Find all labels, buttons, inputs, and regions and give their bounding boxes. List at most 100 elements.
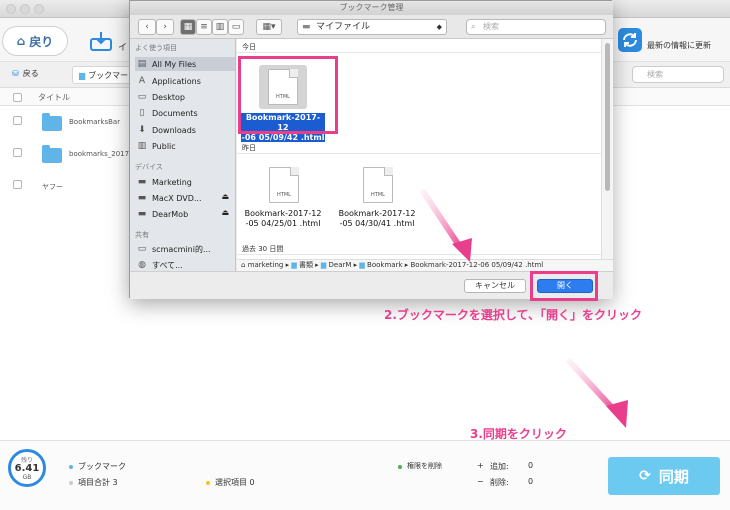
- chevron-updown-icon: ◆: [436, 23, 442, 31]
- row-checkbox[interactable]: [13, 148, 22, 157]
- app-search-placeholder: 検索: [647, 70, 663, 79]
- desktop-icon: ▭: [137, 92, 147, 102]
- path-item[interactable]: 書類: [299, 261, 313, 269]
- home-folder-icon: ⌂: [241, 261, 246, 269]
- app-search-input[interactable]: 検索: [632, 66, 724, 83]
- column-title: タイトル: [38, 93, 70, 102]
- icon-view-icon[interactable]: ▦: [180, 19, 196, 35]
- column-view-icon[interactable]: ▥: [212, 19, 228, 35]
- folder-icon: ▆: [291, 261, 297, 269]
- eject-icon[interactable]: ⏏: [221, 192, 229, 201]
- html-file-icon: HTML: [269, 167, 299, 203]
- plus-icon: +: [477, 461, 484, 470]
- stack-icon: ⛁: [12, 69, 19, 78]
- sync-button-label: 同期: [658, 467, 689, 486]
- path-item[interactable]: marketing: [248, 261, 284, 269]
- sidebar-item-label: Public: [152, 141, 176, 151]
- dialog-toolbar: ‹ › ▦ ≡ ▥ ▭ ▦▾ ▬ マイファイル ◆ ⌕ 検索: [130, 15, 613, 39]
- sidebar-item-desktop[interactable]: ▭ Desktop: [135, 90, 235, 104]
- import-icon[interactable]: [90, 31, 112, 51]
- downloads-icon: ⬇: [138, 125, 146, 135]
- sidebar-item-label: All My Files: [152, 59, 197, 69]
- file-name-line1: Bookmark-2017-12: [244, 209, 322, 218]
- row-checkbox[interactable]: [13, 116, 22, 125]
- all-files-icon: ▤: [137, 59, 147, 69]
- bookmark-label: ブックマーク: [78, 462, 126, 471]
- folder-icon: ▆: [320, 261, 327, 269]
- sidebar-item-downloads[interactable]: ⬇ Downloads: [135, 123, 235, 137]
- zoom-window-icon[interactable]: [34, 4, 44, 14]
- shared-heading: 共有: [135, 231, 149, 239]
- row-label: bookmarks_201711: [69, 150, 138, 158]
- dialog-sidebar: よく使う項目 ▤ All My Files A Applications ▭ D…: [130, 39, 236, 271]
- sidebar-item-label: Downloads: [152, 125, 196, 135]
- sidebar-item-all-my-files[interactable]: ▤ All My Files: [135, 57, 235, 71]
- sidebar-item-label: MacX DVD...: [152, 193, 202, 203]
- sidebar-item-all-shared[interactable]: ◍ すべて...: [135, 258, 235, 272]
- sidebar-item-dearmob[interactable]: ▬ DearMob ⏏: [135, 207, 235, 221]
- network-icon: ▭: [137, 244, 147, 254]
- folder-icon: [42, 145, 62, 163]
- sidebar-item-label: Documents: [152, 108, 198, 118]
- back-button-label: 戻り: [29, 34, 54, 49]
- sidebar-item-label: Desktop: [152, 92, 185, 102]
- added-label: 追加:: [490, 462, 509, 471]
- documents-icon: ▯: [139, 108, 145, 118]
- minus-icon: −: [477, 477, 484, 486]
- sidebar-item-marketing[interactable]: ▬ Marketing: [135, 175, 235, 189]
- sidebar-item-scmacmini[interactable]: ▭ scmacmini的...: [135, 242, 235, 256]
- deleted-label: 削除:: [490, 478, 509, 487]
- sub-back-label: 戻る: [22, 69, 39, 78]
- public-icon: ▥: [137, 141, 147, 151]
- storage-gauge: 残り 6.41 GB: [8, 449, 46, 487]
- favorites-heading: よく使う項目: [135, 44, 177, 52]
- refresh-icon[interactable]: [618, 28, 642, 52]
- sidebar-item-macx-dvd[interactable]: ▬ MacX DVD... ⏏: [135, 191, 235, 205]
- tab-label: ブックマー: [88, 70, 129, 80]
- drive-icon: ▬: [137, 177, 147, 187]
- path-item[interactable]: Bookmark: [367, 261, 402, 269]
- list-view-icon[interactable]: ≡: [196, 19, 212, 35]
- scroll-thumb[interactable]: [605, 43, 610, 191]
- devices-heading: デバイス: [135, 163, 163, 171]
- tab-bookmarks[interactable]: ▆ ブックマー: [72, 66, 134, 84]
- drive-icon: ▬: [137, 209, 147, 219]
- sidebar-item-applications[interactable]: A Applications: [135, 74, 235, 88]
- section-yesterday: 昨日: [237, 142, 601, 154]
- nav-back-icon[interactable]: ‹: [138, 19, 156, 35]
- refresh-label[interactable]: 最新の情報に更新: [647, 40, 711, 51]
- row-label: ヤフー: [42, 183, 63, 191]
- folder-icon: ▬: [302, 22, 311, 32]
- sync-button[interactable]: ⟳ 同期: [608, 457, 720, 495]
- drive-icon: ▬: [137, 193, 147, 203]
- dialog-search-placeholder: 検索: [483, 22, 499, 31]
- nav-forward-icon[interactable]: ›: [156, 19, 174, 35]
- row-checkbox[interactable]: [13, 180, 22, 189]
- table-row[interactable]: ヤフー: [0, 172, 130, 202]
- select-all-checkbox[interactable]: [13, 93, 22, 102]
- path-item[interactable]: DearM: [329, 261, 352, 269]
- sidebar-item-documents[interactable]: ▯ Documents: [135, 106, 235, 120]
- minimize-window-icon[interactable]: [20, 4, 30, 14]
- sub-back-button[interactable]: ⛁ 戻る: [12, 68, 39, 79]
- sidebar-item-label: DearMob: [152, 209, 189, 219]
- eject-icon[interactable]: ⏏: [221, 208, 229, 217]
- delete-perm-label: 権限を削除: [407, 462, 442, 470]
- file-name-line2: -05 04/25/01 .html: [245, 219, 321, 228]
- file-highlight-box: [238, 56, 338, 134]
- bookmark-legend-dot: [69, 465, 73, 469]
- table-row[interactable]: bookmarks_201711: [0, 140, 138, 170]
- table-row[interactable]: BookmarksBar: [0, 108, 130, 138]
- row-label: BookmarksBar: [69, 118, 121, 126]
- coverflow-view-icon[interactable]: ▭: [228, 19, 244, 35]
- html-file-icon: HTML: [363, 167, 393, 203]
- arrange-icon[interactable]: ▦▾: [256, 19, 282, 35]
- applications-icon: A: [138, 76, 146, 86]
- dialog-search-input[interactable]: ⌕ 検索: [466, 19, 606, 35]
- sidebar-item-public[interactable]: ▥ Public: [135, 139, 235, 153]
- sidebar-item-label: scmacmini的...: [152, 244, 211, 254]
- step2-annotation: 2.ブックマークを選択して、「開く」をクリック: [384, 308, 642, 322]
- location-select[interactable]: ▬ マイファイル ◆: [297, 19, 447, 35]
- back-button[interactable]: ⌂ 戻り: [2, 26, 68, 56]
- close-window-icon[interactable]: [6, 4, 16, 14]
